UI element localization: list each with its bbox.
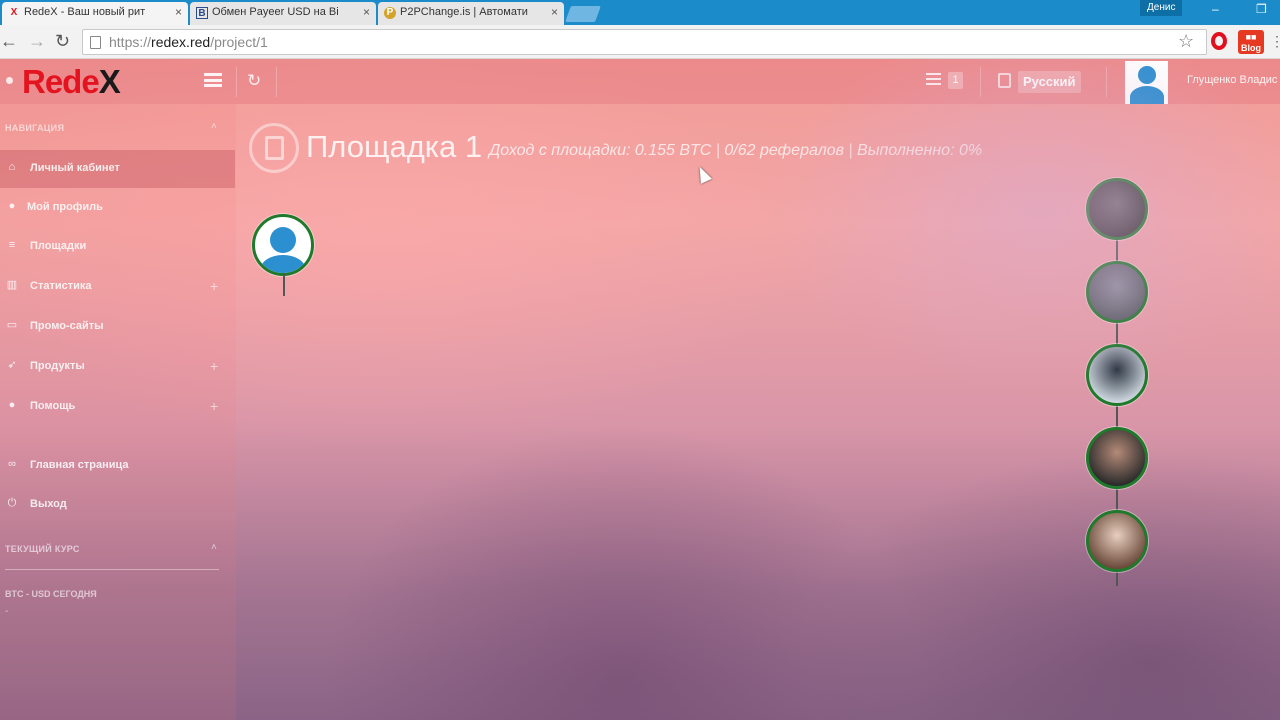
opera-extension-icon[interactable] — [1211, 32, 1227, 50]
url-path: /project/1 — [210, 34, 268, 50]
home-icon: ⌂ — [8, 161, 16, 173]
link-icon: ∞ — [8, 458, 16, 470]
header-divider — [276, 67, 277, 97]
browser-tab-p2pchange[interactable]: P P2PChange.is | Автомати × — [378, 2, 564, 25]
sidebar-item-label: Личный кабинет — [30, 162, 120, 174]
current-user-node[interactable] — [252, 214, 314, 276]
user-icon: ● — [8, 200, 16, 212]
browser-toolbar: ← → ↻ https://redex.red/project/1 ☆ ■■ Bl… — [0, 25, 1280, 59]
minimize-icon[interactable]: – — [1212, 2, 1219, 16]
header-divider — [1106, 67, 1107, 97]
sidebar-item-statistics[interactable]: ▥ Статистика + — [0, 268, 235, 306]
header-divider — [236, 67, 237, 97]
maximize-icon[interactable]: ❐ — [1256, 2, 1267, 16]
expand-plus-icon[interactable]: + — [210, 398, 218, 414]
tab-close-icon[interactable]: × — [551, 2, 558, 23]
blog-extension-icon[interactable]: ■■ Blog — [1238, 30, 1264, 54]
more-extensions-icon[interactable]: ⋮ — [1270, 33, 1280, 50]
browser-tab-payeer[interactable]: B Обмен Payeer USD на Bi × — [190, 2, 376, 25]
app-header: RedeX ↻ 1 Русский Глущенко Владис — [0, 59, 1280, 104]
page-title: Площадка 1 — [306, 129, 483, 164]
address-bar[interactable]: https://redex.red/project/1 — [82, 29, 1207, 55]
back-icon[interactable]: ← — [0, 31, 18, 51]
completion-stat: Выполненно: 0% — [857, 142, 983, 159]
browser-tab-bar: X RedeX - Ваш новый рит × B Обмен Payeer… — [0, 0, 1280, 25]
chart-icon: ▥ — [6, 279, 18, 291]
tab-label: RedeX - Ваш новый рит — [24, 6, 146, 18]
help-icon: ● — [8, 399, 16, 411]
btc-usd-rate-label: BTC - USD СЕГОДНЯ — [5, 589, 97, 599]
sidebar-item-dashboard[interactable]: ⌂ Личный кабинет — [0, 150, 235, 188]
document-icon — [265, 136, 284, 160]
income-stat: Доход с площадки: 0.155 BTC — [489, 142, 712, 159]
header-divider — [980, 67, 981, 97]
new-tab-button[interactable] — [565, 6, 601, 22]
p2pchange-favicon: P — [384, 7, 396, 19]
sidebar-item-label: Продукты — [30, 360, 85, 372]
sidebar-item-help[interactable]: ● Помощь + — [0, 388, 235, 426]
redex-favicon: X — [10, 7, 18, 18]
rocket-icon: ➶ — [7, 359, 17, 371]
window-profile-name[interactable]: Денис — [1140, 0, 1183, 16]
btc-usd-rate-value: - — [5, 606, 9, 617]
user-avatar[interactable] — [1125, 61, 1168, 104]
sidebar-item-label: Статистика — [30, 280, 92, 292]
tab-label: Обмен Payeer USD на Bi — [212, 6, 339, 18]
sidebar-heading-navigation: НАВИГАЦИЯ — [5, 123, 65, 133]
url-scheme: https:// — [109, 34, 152, 50]
app-logo[interactable]: RedeX — [22, 63, 121, 101]
sidebar-heading-rate: ТЕКУЩИЙ КУРС — [5, 544, 80, 554]
referral-avatar-node[interactable] — [1086, 261, 1148, 323]
user-name[interactable]: Глущенко Владис — [1187, 74, 1277, 86]
referrals-stat: 0/62 рефералов — [724, 142, 844, 159]
app-page: RedeX ↻ 1 Русский Глущенко Владис НАВИГА… — [0, 59, 1280, 720]
browser-tab-redex[interactable]: X RedeX - Ваш новый рит × — [2, 2, 188, 25]
sidebar-item-label: Мой профиль — [27, 201, 103, 213]
messages-count-badge[interactable]: 1 — [948, 72, 963, 89]
sidebar-item-label: Выход — [30, 498, 67, 510]
sidebar-item-label: Помощь — [30, 400, 76, 412]
bookmark-star-icon[interactable]: ☆ — [1178, 31, 1194, 52]
exchange-favicon: B — [196, 7, 208, 19]
referral-avatar-node[interactable] — [1086, 344, 1148, 406]
tree-connector — [283, 274, 285, 296]
expand-plus-icon[interactable]: + — [210, 278, 218, 294]
collapse-caret-icon[interactable]: ˄ — [211, 542, 217, 553]
sidebar-item-products[interactable]: ➶ Продукты + — [0, 348, 235, 386]
language-selector[interactable]: Русский — [1018, 71, 1081, 93]
tab-close-icon[interactable]: × — [363, 2, 370, 23]
referral-avatar-node[interactable] — [1086, 427, 1148, 489]
sidebar-divider — [5, 569, 219, 570]
collapse-caret-icon[interactable]: ˄ — [211, 121, 217, 132]
sidebar-item-promo-sites[interactable]: ▭ Промо-сайты — [0, 308, 235, 346]
power-icon: ⏻ — [7, 497, 17, 509]
mouse-cursor — [694, 164, 712, 184]
platform-icon — [249, 123, 299, 173]
monitor-icon: ▭ — [6, 319, 18, 331]
sidebar-item-profile[interactable]: ● Мой профиль — [0, 189, 235, 227]
messages-icon[interactable] — [926, 73, 941, 85]
refresh-icon[interactable]: ↻ — [247, 71, 261, 91]
referral-avatar-node[interactable] — [1086, 510, 1148, 572]
platform-stats: Доход с площадки: 0.155 BTC | 0/62 рефер… — [489, 142, 983, 159]
tab-label: P2PChange.is | Автомати — [400, 6, 528, 18]
page-icon — [90, 36, 101, 49]
sidebar-item-label: Главная страница — [30, 459, 129, 471]
sidebar-item-label: Площадки — [30, 240, 87, 252]
sidebar-item-platforms[interactable]: ≡ Площадки — [0, 228, 235, 266]
tab-close-icon[interactable]: × — [175, 2, 182, 23]
sidebar-toggle-dot[interactable] — [6, 77, 13, 84]
sidebar-item-home-page[interactable]: ∞ Главная страница — [0, 447, 235, 485]
sidebar: НАВИГАЦИЯ ˄ ⌂ Личный кабинет ● Мой профи… — [0, 104, 236, 720]
language-icon — [998, 73, 1011, 88]
expand-plus-icon[interactable]: + — [210, 358, 218, 374]
sidebar-item-logout[interactable]: ⏻ Выход — [0, 486, 235, 524]
reload-icon[interactable]: ↻ — [55, 31, 70, 51]
referral-avatar-node[interactable] — [1086, 178, 1148, 240]
list-icon: ≡ — [8, 239, 16, 251]
sidebar-item-label: Промо-сайты — [30, 320, 104, 332]
menu-toggle-icon[interactable] — [204, 73, 222, 87]
url-host: redex.red — [151, 34, 211, 50]
forward-icon[interactable]: → — [28, 31, 46, 51]
